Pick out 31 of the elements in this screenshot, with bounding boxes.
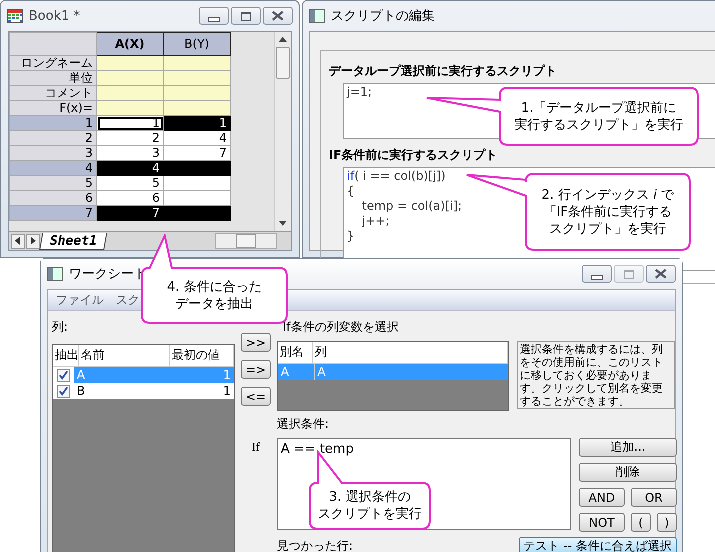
table-cell: 3: [96, 146, 164, 160]
callout-text: 3. 選択条件の スクリプトを実行: [318, 489, 422, 523]
table-cell-text: 1: [222, 367, 232, 383]
condition-label: 選択条件:: [277, 416, 330, 433]
table-cell: 2: [96, 130, 164, 146]
row-label: F(x)=: [10, 100, 96, 116]
table-cell: 7: [164, 146, 230, 160]
section-label: データループ選択前に実行するスクリプト: [329, 63, 558, 80]
table-cell: 4: [96, 160, 164, 176]
if-label: If: [252, 440, 260, 455]
table-cell: 6: [96, 190, 164, 206]
callout-text: 2. 行インデックス i で 「IF条件前に実行する スクリプト」を実行: [542, 186, 674, 238]
table-cell: 1: [164, 116, 230, 130]
table-cell: 7: [96, 206, 164, 220]
window-title: スクリプトの編集: [331, 8, 435, 25]
callout-text: 1.「データループ選択前に 実行するスクリプト」を実行: [514, 100, 684, 134]
variables-label: If条件の列変数を選択: [283, 319, 400, 336]
columns-label: 列:: [52, 319, 70, 336]
info-text: 選択条件を構成するには、列をその使用前に、このリストに移しておく必要があります。クリックして別名を変更することができます。: [517, 341, 675, 409]
window-title: Book1 *: [29, 8, 80, 24]
table-cell-text: 1: [222, 383, 232, 399]
table-cell-text: B: [76, 383, 86, 399]
found-rows-label: 見つかった行:: [277, 538, 354, 552]
table-cell: 5: [96, 176, 164, 190]
section-label: IF条件前に実行するスクリプト: [329, 147, 499, 164]
table-cell: 4: [164, 130, 230, 146]
row-label: コメント: [10, 86, 96, 100]
callout-text: 4. 条件に合った データを抽出: [167, 278, 262, 312]
row-label: 単位: [10, 70, 96, 86]
row-label: ロングネーム: [10, 56, 96, 70]
table-cell-text: A: [76, 367, 86, 383]
